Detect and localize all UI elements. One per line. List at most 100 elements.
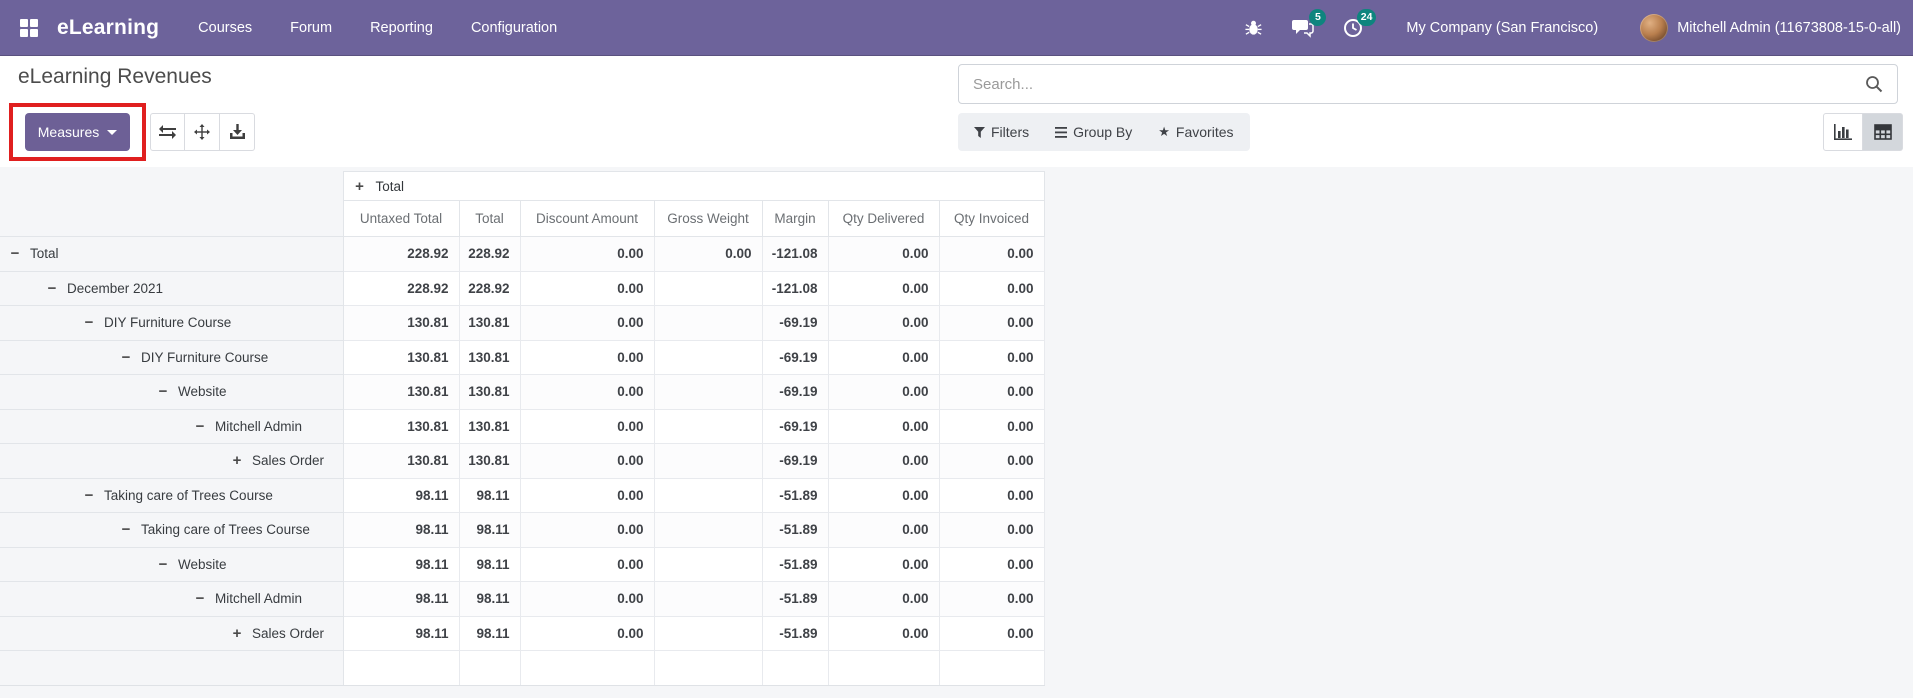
row-label: Mitchell Admin bbox=[215, 418, 303, 434]
apps-menu-icon[interactable] bbox=[20, 18, 38, 37]
pivot-value-cell: -121.08 bbox=[761, 271, 829, 306]
measures-button[interactable]: Measures bbox=[25, 113, 130, 151]
pivot-column-header[interactable]: Total bbox=[458, 200, 521, 237]
table-row: + Sales Order 130.81 130.81 0.00 -69.19 0.00 0.… bbox=[0, 443, 1045, 479]
row-label: Website bbox=[178, 556, 227, 572]
pivot-value-cell: 0.00 bbox=[938, 374, 1045, 410]
exchange-icon bbox=[159, 125, 176, 139]
pivot-value-cell: 0.00 bbox=[519, 409, 655, 444]
view-switch-bar-chart[interactable] bbox=[1823, 113, 1863, 151]
user-menu[interactable]: Mitchell Admin (11673808-15-0-all) bbox=[1640, 13, 1901, 42]
pivot-row-header[interactable]: − Taking care of Trees Course bbox=[0, 478, 344, 513]
pivot-value-cell: 0.00 bbox=[827, 271, 940, 306]
flip-axis-button[interactable] bbox=[150, 113, 185, 151]
filter-funnel-icon bbox=[974, 126, 985, 138]
nav-item-courses[interactable]: Courses bbox=[179, 0, 271, 56]
pivot-value-cell bbox=[653, 478, 763, 513]
search-icon bbox=[1866, 76, 1883, 93]
avatar bbox=[1640, 13, 1669, 42]
pivot-value-cell: -51.89 bbox=[761, 547, 829, 582]
pivot-row-header[interactable]: − Mitchell Admin bbox=[0, 409, 344, 444]
pivot-value-cell: 0.00 bbox=[519, 305, 655, 341]
download-xlsx-button[interactable] bbox=[220, 113, 255, 151]
pivot-row-header[interactable]: − Taking care of Trees Course bbox=[0, 512, 344, 548]
pivot-value-cell: -51.89 bbox=[761, 478, 829, 513]
pivot-column-header[interactable]: Qty Delivered bbox=[827, 200, 940, 237]
pivot-row-header[interactable]: − DIY Furniture Course bbox=[0, 340, 344, 375]
row-label: DIY Furniture Course bbox=[104, 315, 232, 331]
company-switcher[interactable]: My Company (San Francisco) bbox=[1406, 20, 1598, 36]
pivot-value-cell: 0.00 bbox=[938, 305, 1045, 341]
pivot-value-cell: 0.00 bbox=[827, 478, 940, 513]
pivot-value-cell bbox=[653, 305, 763, 341]
group-by-bars-icon bbox=[1055, 126, 1068, 138]
expand-all-button[interactable] bbox=[185, 113, 220, 151]
pivot-column-header[interactable]: Discount Amount bbox=[519, 200, 655, 237]
pivot-value-cell: -51.89 bbox=[761, 616, 829, 651]
pivot-row-header[interactable]: − Mitchell Admin bbox=[0, 581, 344, 617]
star-icon: ★ bbox=[1158, 124, 1170, 139]
pivot-value-cell bbox=[653, 340, 763, 375]
minus-icon: − bbox=[195, 417, 205, 435]
pivot-value-cell: 0.00 bbox=[827, 547, 940, 582]
minus-icon: − bbox=[195, 590, 205, 608]
view-switch-pivot[interactable] bbox=[1863, 113, 1903, 151]
table-row: − Taking care of Trees Course 98.11 98.11 0.… bbox=[0, 478, 1045, 513]
pivot-row-header[interactable]: − Total bbox=[0, 236, 344, 272]
pivot-column-header[interactable]: Untaxed Total bbox=[342, 200, 460, 237]
filters-menu[interactable]: Filters bbox=[974, 124, 1029, 140]
pivot-row-header[interactable]: + Sales Order bbox=[0, 616, 344, 651]
pivot-value-cell: 0.00 bbox=[827, 443, 940, 479]
table-row: − Website 130.81 130.81 0.00 -69.19 0.00 0.00 bbox=[0, 374, 1045, 410]
pivot-row-header[interactable]: − December 2021 bbox=[0, 271, 344, 306]
pivot-row-header[interactable]: + Sales Order bbox=[0, 443, 344, 479]
pivot-value-cell bbox=[653, 581, 763, 617]
pivot-total-column-header[interactable]: + Total bbox=[342, 171, 1045, 201]
pivot-value-cell: 228.92 bbox=[458, 236, 521, 272]
pivot-column-header[interactable]: Margin bbox=[761, 200, 829, 237]
activities-button[interactable]: 24 bbox=[1340, 8, 1377, 41]
pivot-value-cell: 98.11 bbox=[458, 616, 521, 651]
pivot-grid-icon bbox=[1873, 124, 1892, 140]
pivot-table: + Total Untaxed Total Total Discount Amount… bbox=[0, 171, 1045, 686]
group-by-menu[interactable]: Group By bbox=[1055, 124, 1132, 140]
nav-item-configuration[interactable]: Configuration bbox=[452, 0, 576, 56]
pivot-footer-stub bbox=[0, 650, 1045, 686]
pivot-value-cell: -51.89 bbox=[761, 512, 829, 548]
debug-bug-icon[interactable] bbox=[1240, 15, 1266, 41]
minus-icon: − bbox=[121, 348, 131, 366]
pivot-value-cell: 0.00 bbox=[519, 616, 655, 651]
pivot-value-cell: 0.00 bbox=[519, 512, 655, 548]
pivot-value-cell: 0.00 bbox=[519, 581, 655, 617]
pivot-row-header[interactable]: − Website bbox=[0, 374, 344, 410]
nav-item-reporting[interactable]: Reporting bbox=[351, 0, 452, 56]
pivot-column-header[interactable]: Qty Invoiced bbox=[938, 200, 1045, 237]
pivot-toolbar bbox=[150, 113, 255, 151]
plus-icon: + bbox=[232, 624, 242, 642]
favorites-menu[interactable]: ★ Favorites bbox=[1158, 124, 1233, 140]
pivot-value-cell: 0.00 bbox=[827, 305, 940, 341]
pivot-value-cell: 0.00 bbox=[938, 236, 1045, 272]
pivot-value-cell: 0.00 bbox=[827, 374, 940, 410]
pivot-value-cell bbox=[653, 512, 763, 548]
row-label: Sales Order bbox=[252, 625, 325, 641]
minus-icon: − bbox=[158, 383, 168, 401]
search-input[interactable] bbox=[959, 75, 1865, 93]
search-submit[interactable] bbox=[1865, 75, 1897, 93]
pivot-value-cell: 0.00 bbox=[938, 478, 1045, 513]
pivot-value-cell: -69.19 bbox=[761, 409, 829, 444]
pivot-value-cell: 0.00 bbox=[938, 547, 1045, 582]
minus-icon: − bbox=[47, 279, 57, 297]
pivot-row-header[interactable]: − Website bbox=[0, 547, 344, 582]
pivot-value-cell: 98.11 bbox=[342, 616, 460, 651]
pivot-row-header[interactable]: − DIY Furniture Course bbox=[0, 305, 344, 341]
pivot-value-cell: 98.11 bbox=[342, 512, 460, 548]
table-row: − Total 228.92 228.92 0.00 0.00 -121.08 0.00 0.0… bbox=[0, 236, 1045, 272]
pivot-value-cell: 130.81 bbox=[342, 409, 460, 444]
pivot-value-cell: -121.08 bbox=[761, 236, 829, 272]
nav-item-forum[interactable]: Forum bbox=[271, 0, 351, 56]
messages-button[interactable]: 5 bbox=[1290, 8, 1327, 41]
pivot-value-cell: 0.00 bbox=[653, 236, 763, 272]
app-brand[interactable]: eLearning bbox=[57, 16, 159, 40]
pivot-column-header[interactable]: Gross Weight bbox=[653, 200, 763, 237]
